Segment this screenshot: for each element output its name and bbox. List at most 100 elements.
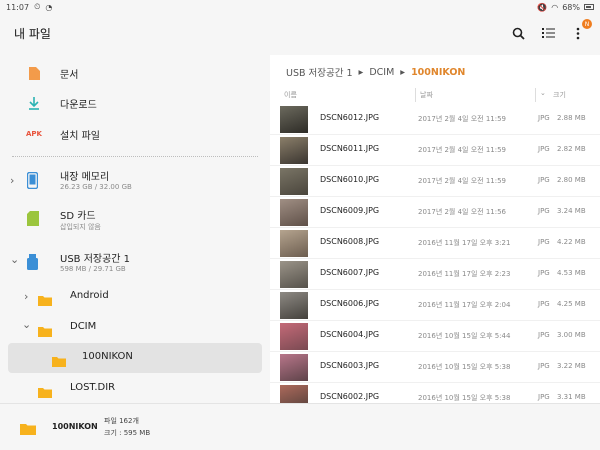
file-size: 2.88 MB bbox=[557, 114, 586, 122]
storage-status: 삽입되지 않음 bbox=[60, 223, 101, 231]
breadcrumb-separator: ▸ bbox=[400, 66, 406, 78]
file-type: JPG bbox=[538, 300, 550, 308]
search-button[interactable] bbox=[510, 25, 526, 41]
file-date: 2017년 2월 4일 오전 11:56 bbox=[418, 208, 506, 216]
sd-card-icon bbox=[27, 211, 39, 230]
column-name[interactable]: 이름 bbox=[284, 90, 297, 100]
image-thumbnail bbox=[280, 385, 308, 403]
battery-icon bbox=[584, 4, 594, 10]
column-header: 이름 날짜 ⌄ 크기 bbox=[270, 88, 600, 102]
file-row[interactable]: DSCN6012.JPG 2017년 2월 4일 오전 11:59 JPG 2.88 … bbox=[270, 104, 600, 135]
alarm-icon: ⏲ bbox=[34, 2, 41, 11]
status-time: 11:07 bbox=[6, 2, 30, 12]
file-size: 3.31 MB bbox=[557, 393, 586, 401]
document-icon bbox=[27, 66, 41, 80]
chevron-right-icon[interactable]: › bbox=[24, 290, 28, 303]
file-size: 4.53 MB bbox=[557, 269, 586, 277]
file-type: JPG bbox=[538, 331, 550, 339]
file-date: 2016년 10월 15일 오후 5:38 bbox=[418, 394, 511, 402]
file-row[interactable]: DSCN6003.JPG 2016년 10월 15일 오후 5:38 JPG 3.22… bbox=[270, 352, 600, 383]
more-options-button[interactable]: N bbox=[570, 19, 592, 41]
breadcrumb-separator: ▸ bbox=[358, 66, 364, 78]
image-thumbnail bbox=[280, 106, 308, 133]
file-type: JPG bbox=[538, 114, 550, 122]
folder-size: 크기 : 595 MB bbox=[104, 429, 151, 437]
nav-item-label: 설치 파일 bbox=[60, 130, 100, 142]
phone-icon bbox=[26, 171, 39, 193]
tree-item-android[interactable]: › Android bbox=[0, 282, 270, 312]
list-view-icon bbox=[541, 28, 555, 38]
file-name: DSCN6008.JPG bbox=[320, 237, 380, 246]
list-view-button[interactable] bbox=[540, 25, 556, 41]
image-thumbnail bbox=[280, 168, 308, 195]
tree-item-lost-dir[interactable]: LOST.DIR bbox=[0, 374, 270, 404]
storage-name: USB 저장공간 1 bbox=[60, 254, 131, 265]
file-row[interactable]: DSCN6002.JPG 2016년 10월 15일 오후 5:38 JPG 3.31… bbox=[270, 383, 600, 403]
storage-usb[interactable]: ⌄ USB 저장공간 1 598 MB / 29.71 GB bbox=[0, 248, 270, 282]
file-date: 2016년 10월 15일 오후 5:44 bbox=[418, 332, 511, 340]
tree-item-label: DCIM bbox=[70, 321, 97, 332]
file-row[interactable]: DSCN6010.JPG 2017년 2월 4일 오전 11:59 JPG 2.80 … bbox=[270, 166, 600, 197]
image-thumbnail bbox=[280, 230, 308, 257]
chevron-right-icon[interactable]: › bbox=[10, 174, 14, 187]
chevron-down-icon[interactable]: ⌄ bbox=[22, 318, 31, 331]
file-type: JPG bbox=[538, 176, 550, 184]
wifi-icon: ◠ bbox=[551, 2, 559, 12]
nav-item-label: 문서 bbox=[60, 69, 79, 81]
file-row[interactable]: DSCN6007.JPG 2016년 11월 17일 오후 2:23 JPG 4.53… bbox=[270, 259, 600, 290]
column-separator bbox=[415, 88, 416, 102]
image-thumbnail bbox=[280, 323, 308, 350]
sort-chevron-icon[interactable]: ⌄ bbox=[540, 89, 546, 97]
nav-item-installation-files[interactable]: APK 설치 파일 bbox=[0, 125, 270, 143]
storage-usage: 26.23 GB / 32.00 GB bbox=[60, 183, 132, 191]
storage-usage: 598 MB / 29.71 GB bbox=[60, 265, 126, 273]
app-title: 내 파일 bbox=[14, 26, 51, 41]
usb-storage-icon bbox=[27, 254, 38, 274]
file-row[interactable]: DSCN6008.JPG 2016년 11월 17일 오후 3:21 JPG 4.22… bbox=[270, 228, 600, 259]
file-name: DSCN6009.JPG bbox=[320, 206, 380, 215]
nav-item-label: 다운로드 bbox=[60, 99, 97, 111]
file-size: 4.22 MB bbox=[557, 238, 586, 246]
image-thumbnail bbox=[280, 137, 308, 164]
file-row[interactable]: DSCN6009.JPG 2017년 2월 4일 오전 11:56 JPG 3.24 … bbox=[270, 197, 600, 228]
folder-icon bbox=[38, 383, 52, 402]
sync-icon: ◔ bbox=[45, 2, 53, 12]
file-row[interactable]: DSCN6004.JPG 2016년 10월 15일 오후 5:44 JPG 3.00… bbox=[270, 321, 600, 352]
file-name: DSCN6012.JPG bbox=[320, 113, 380, 122]
file-name: DSCN6006.JPG bbox=[320, 299, 380, 308]
file-size: 4.25 MB bbox=[557, 300, 586, 308]
file-type: JPG bbox=[538, 207, 550, 215]
notification-badge: N bbox=[582, 19, 592, 29]
file-row[interactable]: DSCN6006.JPG 2016년 11월 17일 오후 2:04 JPG 4.25… bbox=[270, 290, 600, 321]
breadcrumb-usb[interactable]: USB 저장공간 1 bbox=[286, 65, 353, 79]
tree-item-dcim[interactable]: ⌄ DCIM bbox=[0, 313, 270, 343]
column-date[interactable]: 날짜 bbox=[420, 90, 433, 100]
folder-icon bbox=[52, 352, 66, 371]
file-type: JPG bbox=[538, 238, 550, 246]
file-count: 파일 162개 bbox=[104, 417, 139, 425]
file-name: DSCN6010.JPG bbox=[320, 175, 380, 184]
file-type: JPG bbox=[538, 393, 550, 401]
folder-icon bbox=[20, 420, 36, 439]
nav-item-documents[interactable]: 문서 bbox=[0, 64, 270, 82]
status-bar: 11:07 ⏲ ◔ 🔇 ◠ 68% bbox=[0, 0, 600, 14]
breadcrumb-dcim[interactable]: DCIM bbox=[369, 67, 394, 78]
storage-name: 내장 메모리 bbox=[60, 172, 110, 183]
file-name: DSCN6011.JPG bbox=[320, 144, 380, 153]
column-size[interactable]: 크기 bbox=[553, 90, 566, 100]
file-list-panel: USB 저장공간 1 ▸ DCIM ▸ 100NIKON 이름 날짜 ⌄ 크기 … bbox=[270, 55, 600, 403]
apk-icon: APK bbox=[26, 130, 42, 138]
breadcrumb-current: 100NIKON bbox=[411, 66, 466, 78]
selected-folder-name: 100NIKON bbox=[52, 422, 98, 431]
image-thumbnail bbox=[280, 261, 308, 288]
nav-item-downloads[interactable]: 다운로드 bbox=[0, 94, 270, 112]
storage-internal[interactable]: › 내장 메모리 26.23 GB / 32.00 GB bbox=[0, 166, 270, 200]
chevron-down-icon[interactable]: ⌄ bbox=[10, 253, 19, 266]
storage-sd-card[interactable]: SD 카드 삽입되지 않음 bbox=[0, 205, 270, 239]
tree-item-label: 100NIKON bbox=[82, 351, 133, 362]
file-size: 3.22 MB bbox=[557, 362, 586, 370]
tree-item-100nikon[interactable]: 100NIKON bbox=[8, 343, 262, 373]
file-row[interactable]: DSCN6011.JPG 2017년 2월 4일 오전 11:59 JPG 2.82 … bbox=[270, 135, 600, 166]
file-size: 3.24 MB bbox=[557, 207, 586, 215]
file-name: DSCN6002.JPG bbox=[320, 392, 380, 401]
